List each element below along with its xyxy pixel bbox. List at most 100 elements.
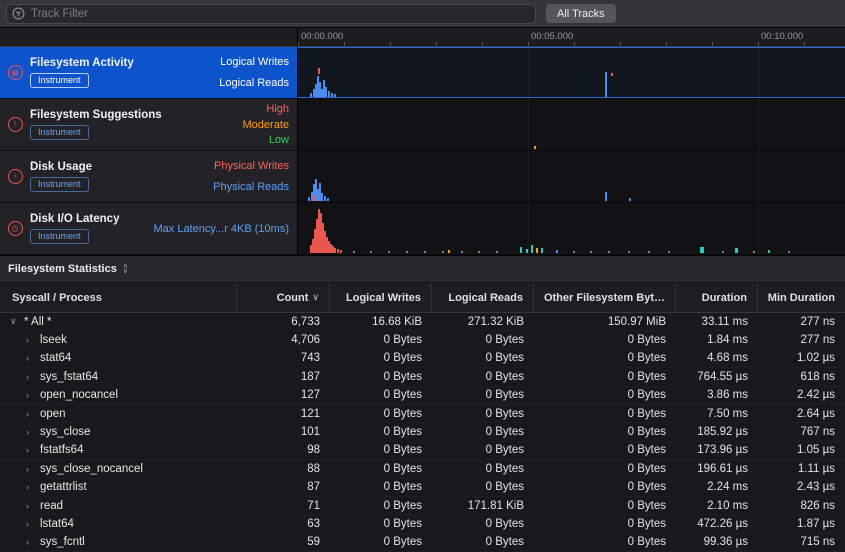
track-info[interactable]: ▤ Filesystem Activity Instrument Logical… <box>0 47 298 98</box>
detail-pane-selector[interactable]: Filesystem Statistics ∧∨ <box>0 255 845 283</box>
timeline-ruler[interactable]: 00:00.00000:05.00000:10.000 <box>298 28 845 46</box>
instrument-badge: Instrument <box>30 73 89 88</box>
track-row-disk-io-latency[interactable]: ◷ Disk I/O Latency Instrument Max Latenc… <box>0 203 845 255</box>
table-row[interactable]: › sys_fcntl 59 0 Bytes 0 Bytes 0 Bytes 9… <box>0 534 845 552</box>
column-header-count[interactable]: Count∨ <box>237 283 330 312</box>
cell-min-duration: 2.43 µs <box>758 481 845 493</box>
track-name: Filesystem Suggestions <box>30 109 243 121</box>
track-label: Physical Reads <box>213 181 289 193</box>
track-row-disk-usage[interactable]: ◔ Disk Usage Instrument Physical Writes … <box>0 151 845 203</box>
cell-min-duration: 618 ns <box>758 371 845 383</box>
track-label: High <box>266 103 289 115</box>
graph-spike <box>668 251 670 253</box>
table-row[interactable]: › read 71 0 Bytes 171.81 KiB 0 Bytes 2.1… <box>0 497 845 515</box>
table-row[interactable]: › sys_fstat64 187 0 Bytes 0 Bytes 0 Byte… <box>0 368 845 386</box>
cell-other-filesystem-bytes: 0 Bytes <box>534 481 676 493</box>
cell-other-filesystem-bytes: 0 Bytes <box>534 408 676 420</box>
graph-spike <box>337 249 339 253</box>
graph-spike <box>722 251 724 253</box>
track-graph-filesystem-suggestions[interactable] <box>298 99 845 150</box>
sort-descending-icon: ∨ <box>312 292 319 303</box>
graph-spike <box>700 247 704 253</box>
cell-other-filesystem-bytes: 0 Bytes <box>534 444 676 456</box>
cell-logical-writes: 0 Bytes <box>330 352 432 364</box>
graph-spike <box>611 73 613 76</box>
table-row[interactable]: › open_nocancel 127 0 Bytes 0 Bytes 0 By… <box>0 387 845 405</box>
cell-duration: 7.50 ms <box>676 408 758 420</box>
column-header-syscall-process[interactable]: Syscall / Process <box>0 283 237 312</box>
column-header-logical-writes[interactable]: Logical Writes <box>330 283 432 312</box>
graph-spike <box>321 193 323 201</box>
disk-usage-icon: ◔ <box>8 169 23 184</box>
graph-spike <box>461 251 463 253</box>
cell-min-duration: 1.02 µs <box>758 352 845 364</box>
cell-duration: 33.11 ms <box>676 316 758 328</box>
cell-logical-reads: 0 Bytes <box>432 518 534 530</box>
column-header-min-duration[interactable]: Min Duration <box>758 283 845 312</box>
column-header-logical-reads[interactable]: Logical Reads <box>432 283 534 312</box>
cell-logical-writes: 0 Bytes <box>330 408 432 420</box>
cell-min-duration: 826 ns <box>758 500 845 512</box>
cell-logical-writes: 0 Bytes <box>330 518 432 530</box>
timeline-gridline <box>758 203 759 254</box>
track-graph-filesystem-activity[interactable] <box>298 47 845 98</box>
track-filter-input[interactable] <box>6 4 536 24</box>
toolbar: All Tracks <box>0 0 845 28</box>
track-row-filesystem-activity[interactable]: ▤ Filesystem Activity Instrument Logical… <box>0 47 845 99</box>
ruler-tick <box>528 42 529 46</box>
disclosure-icon[interactable]: › <box>26 464 35 474</box>
graph-spike <box>478 251 480 253</box>
table-row[interactable]: › lseek 4,706 0 Bytes 0 Bytes 0 Bytes 1.… <box>0 331 845 349</box>
track-row-filesystem-suggestions[interactable]: ! Filesystem Suggestions Instrument High… <box>0 99 845 151</box>
table-row[interactable]: › sys_close_nocancel 88 0 Bytes 0 Bytes … <box>0 460 845 478</box>
table-row[interactable]: › getattrlist 87 0 Bytes 0 Bytes 0 Bytes… <box>0 479 845 497</box>
disclosure-icon[interactable]: › <box>26 519 35 529</box>
graph-spike <box>314 195 316 201</box>
stepper-icon[interactable]: ∧∨ <box>123 264 128 274</box>
track-info[interactable]: ◔ Disk Usage Instrument Physical Writes … <box>0 151 298 202</box>
column-header-other-filesystem-bytes[interactable]: Other Filesystem Byt… <box>534 283 676 312</box>
track-info[interactable]: ◷ Disk I/O Latency Instrument Max Latenc… <box>0 203 298 254</box>
table-row[interactable]: › stat64 743 0 Bytes 0 Bytes 0 Bytes 4.6… <box>0 350 845 368</box>
graph-spike <box>608 251 610 253</box>
table-row[interactable]: › open 121 0 Bytes 0 Bytes 0 Bytes 7.50 … <box>0 405 845 423</box>
all-tracks-button[interactable]: All Tracks <box>546 4 616 23</box>
graph-spike <box>370 251 372 253</box>
cell-count: 88 <box>237 463 330 475</box>
disclosure-icon[interactable]: › <box>26 445 35 455</box>
graph-spike <box>327 198 329 201</box>
disclosure-icon[interactable]: › <box>26 335 35 345</box>
track-label: Max Latency...r 4KB (10ms) <box>153 223 289 235</box>
disclosure-icon[interactable]: › <box>26 537 35 547</box>
cell-count: 98 <box>237 444 330 456</box>
ruler-left-spacer <box>0 28 298 46</box>
disclosure-icon[interactable]: › <box>26 409 35 419</box>
cell-other-filesystem-bytes: 0 Bytes <box>534 371 676 383</box>
cell-min-duration: 2.64 µs <box>758 408 845 420</box>
track-graph-disk-io-latency[interactable] <box>298 203 845 254</box>
graph-spike <box>629 198 631 201</box>
disclosure-icon[interactable]: › <box>26 390 35 400</box>
graph-spike <box>531 245 533 253</box>
disclosure-icon[interactable]: › <box>26 501 35 511</box>
graph-spike <box>318 68 320 74</box>
track-graph-disk-usage[interactable] <box>298 151 845 202</box>
cell-logical-reads: 271.32 KiB <box>432 316 534 328</box>
disclosure-icon[interactable]: › <box>26 482 35 492</box>
table-row[interactable]: › lstat64 63 0 Bytes 0 Bytes 0 Bytes 472… <box>0 515 845 533</box>
disclosure-icon[interactable]: › <box>26 427 35 437</box>
table-row[interactable]: ∨ * All * 6,733 16.68 KiB 271.32 KiB 150… <box>0 313 845 331</box>
cell-other-filesystem-bytes: 0 Bytes <box>534 518 676 530</box>
disclosure-icon[interactable]: › <box>26 372 35 382</box>
column-header-duration[interactable]: Duration <box>676 283 758 312</box>
ruler-tick <box>804 42 805 46</box>
graph-spike <box>556 250 558 253</box>
table-row[interactable]: › fstatfs64 98 0 Bytes 0 Bytes 0 Bytes 1… <box>0 442 845 460</box>
track-info[interactable]: ! Filesystem Suggestions Instrument High… <box>0 99 298 150</box>
cell-other-filesystem-bytes: 0 Bytes <box>534 352 676 364</box>
disclosure-icon[interactable]: › <box>26 353 35 363</box>
table-row[interactable]: › sys_close 101 0 Bytes 0 Bytes 0 Bytes … <box>0 423 845 441</box>
syscall-name: lstat64 <box>40 518 74 530</box>
disclosure-icon[interactable]: ∨ <box>10 316 19 327</box>
filesystem-suggestions-icon: ! <box>8 117 23 132</box>
